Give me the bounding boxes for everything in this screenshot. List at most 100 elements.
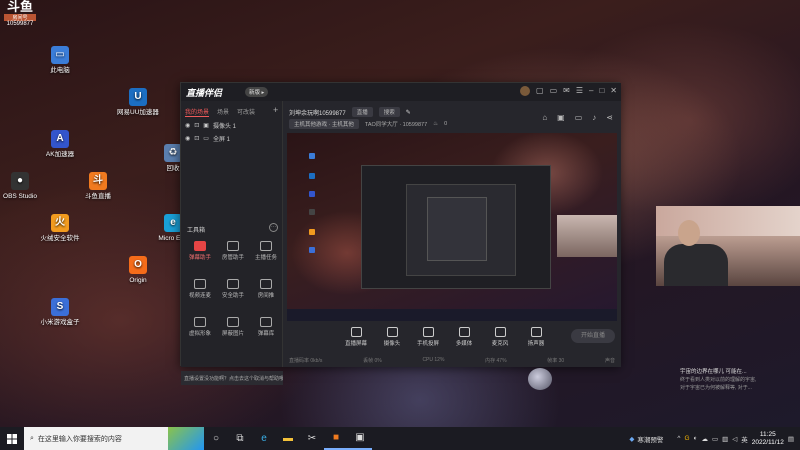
tool-label: 视频连麦 [188,293,211,299]
cortana-icon[interactable]: ○ [204,427,228,450]
share-icon[interactable]: ⋖ [606,113,613,122]
control-label: 多媒体 [455,341,473,347]
bell-icon[interactable]: ♪ [592,113,596,122]
taskbar-search[interactable]: ⌕ 在这里输入你要搜索的内容 [24,427,204,450]
scene-item[interactable]: ◉ ⊡ ▣ 摄像头 1 [185,121,236,130]
eye-icon[interactable]: ◉ [185,135,190,142]
status-item: CPU 12% [422,357,445,363]
message-icon[interactable]: ▭ [550,86,558,96]
desktop-app-icon: O [129,256,147,274]
network-icon[interactable]: ▥ [722,435,728,443]
scene-item[interactable]: ◉ ⊡ ▭ 全屏 1 [185,134,230,143]
room-extra: TAO同学大厅 · 10599877 [364,122,428,128]
maximize-icon[interactable]: □ [599,86,604,96]
preview-icon [309,173,315,179]
preview-icon [309,209,315,215]
room-search-pill[interactable]: 搜索 [378,107,400,117]
desktop-icon[interactable]: ▭ 此电脑 [32,46,88,75]
tool-item[interactable]: 房间推 [250,279,282,299]
stream-preview[interactable] [287,133,617,321]
camera-overlay [656,206,800,286]
tool-item[interactable]: 屏蔽图片 [217,317,249,337]
control-icon [350,327,362,337]
gift-box-icon[interactable]: ▣ [557,113,565,122]
edge-taskbar-icon[interactable]: e [252,427,276,450]
avatar[interactable] [520,86,530,96]
windows-taskbar: ⌕ 在这里输入你要搜索的内容 ○ ⧉ e ▬ ✂ ■ ▣ ◆ 寒潮预警 ^ G … [0,427,800,450]
camera-preview-small [557,215,617,257]
toast-line1: 宇宙的边界在哪儿 可能在... [680,369,747,375]
control-button[interactable]: 摄像头 [379,327,405,347]
notification-icon[interactable]: ▤ [788,435,794,443]
tab-editable[interactable]: 可改装 [237,107,255,117]
douyu-taskbar-icon[interactable]: ■ [324,427,348,450]
control-button[interactable]: 手机投屏 [415,327,441,347]
preview-icon [309,229,315,235]
lock-icon[interactable]: ⊡ [194,135,199,142]
ime-indicator[interactable]: 英 [741,434,748,444]
monitor-tray-icon[interactable]: ▭ [712,435,718,443]
desktop-icon[interactable]: 火火绒安全软件 [32,214,88,243]
control-button[interactable]: 扬声器 [523,327,549,347]
desktop-icon[interactable]: S 小米游戏盒子 [32,298,88,327]
clock[interactable]: 11:25 2022/11/12 [752,431,784,447]
menu-icon[interactable]: ☰ [576,86,583,96]
edit-icon[interactable]: ✎ [406,109,411,116]
file-explorer-icon[interactable]: ▬ [276,427,300,450]
desktop-icon-label: 火绒安全软件 [40,235,80,242]
close-icon[interactable]: ✕ [610,86,617,96]
scene-label: 全屏 1 [212,137,230,143]
desktop-icon[interactable]: U 网易UU加速器 [110,88,166,117]
tab-scenes[interactable]: 场景 [217,107,229,117]
room-pill[interactable]: 直播 [351,107,373,117]
tool-label: 安全助手 [221,293,244,299]
tool-item[interactable]: 虚拟形象 [184,317,216,337]
watermark-sub: 房间号 [4,14,36,21]
help-notice[interactable]: 直播设置没功能啊？点击去这个取消与帮助哦 [181,371,283,385]
desktop-icon[interactable]: A AK加速器 [32,130,88,159]
category-pill[interactable]: 主机其他游戏 · 主机其他 [289,119,359,129]
tool-item[interactable]: 主播任务 [250,241,282,261]
start-live-button[interactable]: 开始直播 [571,329,615,343]
live-companion-window: 直播伴侣 新版 ▸ ▢ ▭ ✉ ☰ – □ ✕ 我的场景 场景 可改装 + ◉ … [180,82,621,385]
desktop-icon[interactable]: O Origin [110,256,166,285]
more-icon[interactable]: ··· [269,223,278,232]
search-placeholder: 在这里输入你要搜索的内容 [37,435,122,443]
chat-icon[interactable]: ▭ [575,113,583,122]
version-tag[interactable]: 新版 ▸ [245,87,269,97]
control-button[interactable]: 直播屏幕 [343,327,369,347]
tool-item[interactable]: 安全助手 [217,279,249,299]
live-companion-taskbar-icon[interactable]: ▣ [348,427,372,450]
desktop-icon[interactable]: 斗斗鱼直播 [70,172,126,201]
desktop-icon[interactable]: ● OBS Studio [0,172,48,201]
add-scene-icon[interactable]: + [273,105,278,115]
right-panel: 刘坤余玩啊10599877 直播 搜索 ✎ 主机其他游戏 · 主机其他 TAO同… [283,101,621,367]
room-title[interactable]: 刘坤余玩啊10599877 [289,108,346,117]
mail-icon[interactable]: ✉ [563,86,570,96]
weather-widget[interactable]: ◆ 寒潮预警 [629,434,663,444]
nested-window-2 [406,184,516,276]
control-button[interactable]: 多媒体 [451,327,477,347]
minimize-icon[interactable]: – [589,86,593,96]
start-button[interactable] [0,427,24,450]
cloud-icon[interactable]: ☁ [701,435,708,443]
capcut-icon[interactable]: ✂ [300,427,324,450]
store-icon[interactable]: ⌂ [542,113,547,122]
tool-item[interactable]: 视频连麦 [184,279,216,299]
tab-my-scenes[interactable]: 我的场景 [185,107,210,117]
tool-item[interactable]: 房管助手 [217,241,249,261]
tool-item[interactable]: 弹幕库 [250,317,282,337]
tool-item[interactable]: 弹幕助手 [184,241,216,261]
lock-icon[interactable]: ⊡ [194,122,199,129]
gift-icon[interactable]: ▢ [536,86,544,96]
desktop-app-icon: A [51,130,69,148]
tool-label: 房间推 [257,293,275,299]
eye-icon[interactable]: ◉ [185,122,190,129]
task-view-icon[interactable]: ⧉ [228,427,252,450]
app-tray-icon[interactable]: ◐ [694,435,698,442]
desktop-app-icon: U [129,88,147,106]
google-icon[interactable]: G [684,435,689,442]
volume-icon[interactable]: ◁ [732,435,737,443]
chevron-up-icon[interactable]: ^ [677,435,680,442]
control-button[interactable]: 麦克风 [487,327,513,347]
